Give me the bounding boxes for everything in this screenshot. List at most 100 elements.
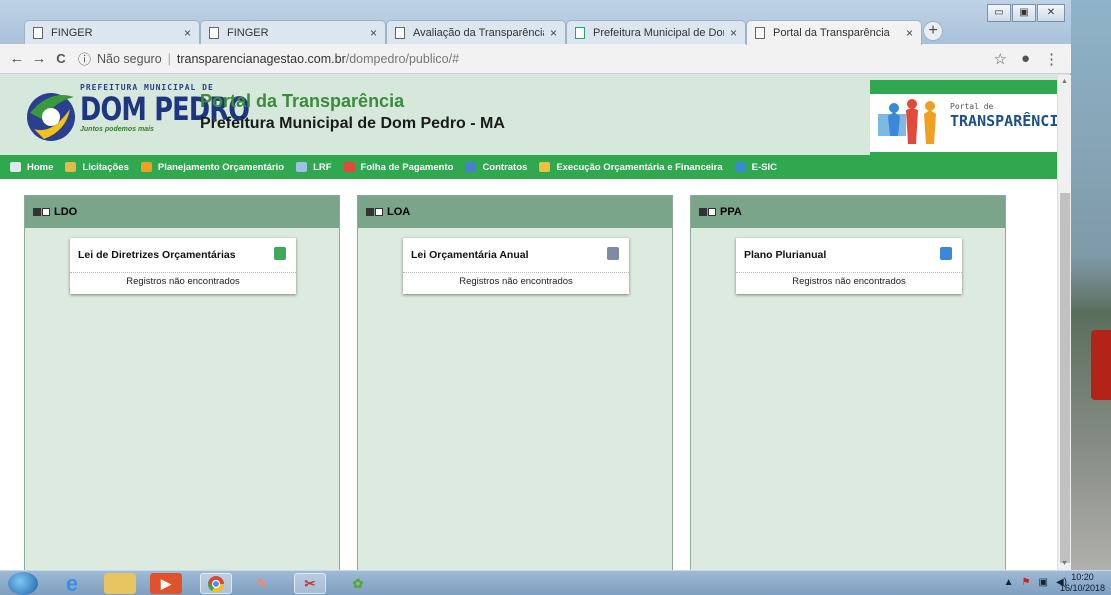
chrome-icon[interactable] — [200, 573, 232, 594]
scroll-down-icon[interactable]: ▼ — [1061, 560, 1068, 567]
panel-header: LOA — [358, 196, 672, 228]
calendar-icon — [343, 162, 355, 172]
desktop-background — [1071, 0, 1111, 570]
tray-expand-icon[interactable]: ▲ — [1004, 577, 1014, 588]
menu-item-label: LRF — [313, 161, 332, 173]
taskbar-clock[interactable]: 10:20 16/10/2018 — [1060, 572, 1105, 594]
page-icon — [33, 26, 43, 39]
action-center-icon[interactable]: ⚑ — [1022, 577, 1031, 588]
site-header: PREFEITURA MUNICIPAL DE DOM PEDRO Juntos… — [0, 75, 1071, 156]
menu-item-lrf[interactable]: LRF — [296, 161, 332, 173]
close-icon[interactable]: × — [730, 26, 737, 40]
calculator-icon[interactable] — [607, 247, 619, 260]
tab-avaliacao[interactable]: Avaliação da Transparência do × — [386, 20, 566, 44]
badge-big-text: TRANSPARÊNCIA — [950, 112, 1068, 130]
tab-prefeitura[interactable]: Prefeitura Municipal de Dom P × — [566, 20, 746, 44]
panel-header: PPA — [691, 196, 1005, 228]
address-separator: | — [167, 51, 171, 66]
menu-item-label: Folha de Pagamento — [360, 161, 454, 173]
panel-header: LDO — [25, 196, 339, 228]
panel-toggle-icon[interactable] — [699, 208, 716, 216]
menu-item-folha[interactable]: Folha de Pagamento — [343, 161, 454, 173]
badge-top-bar — [870, 80, 1067, 94]
url-domain: transparencianagestao.com.br — [176, 51, 346, 66]
bookmark-star-icon[interactable]: ☆ — [993, 50, 1006, 68]
new-tab-button[interactable]: + — [923, 21, 943, 41]
tab-title: Portal da Transparência — [773, 27, 890, 39]
page-content: LDO Lei de Diretrizes Orçamentárias Regi… — [0, 179, 1057, 570]
menu-item-execucao[interactable]: Execução Orçamentária e Financeira — [539, 161, 723, 173]
menu-item-contratos[interactable]: Contratos — [465, 162, 527, 173]
paint-icon[interactable]: ✎ — [246, 573, 278, 594]
menu-item-label: Execução Orçamentária e Financeira — [556, 161, 723, 173]
tab-title: FINGER — [227, 26, 269, 39]
prefeitura-logo-icon[interactable] — [22, 83, 80, 145]
desktop-object — [1091, 330, 1111, 400]
close-window-button[interactable]: ✕ — [1037, 4, 1065, 22]
portal-transparencia-badge[interactable]: Portal de TRANSPARÊNCIA — [870, 80, 1067, 156]
people-figures-icon — [878, 99, 936, 144]
browser-toolbar: ← → C ⓘ Não seguro | transparencianagest… — [0, 44, 1071, 74]
money-bag-icon — [140, 162, 152, 172]
scroll-up-icon[interactable]: ▲ — [1061, 78, 1068, 85]
clock-time: 10:20 — [1071, 572, 1094, 582]
close-icon[interactable]: × — [550, 26, 557, 40]
card-title: Lei Orçamentária Anual — [411, 249, 529, 261]
tab-portal-transparencia[interactable]: Portal da Transparência × — [746, 20, 922, 45]
panel-toggle-icon[interactable] — [33, 208, 50, 216]
page-viewport: PREFEITURA MUNICIPAL DE DOM PEDRO Juntos… — [0, 75, 1071, 570]
profile-icon[interactable]: ● — [1021, 50, 1030, 68]
menu-item-licitacoes[interactable]: Licitações — [65, 162, 129, 173]
start-button[interactable] — [8, 572, 38, 595]
url-path: /dompedro/publico/# — [345, 51, 460, 66]
app-icon[interactable]: ✿ — [342, 573, 374, 594]
card-message: Registros não encontrados — [126, 276, 240, 287]
page-icon — [395, 26, 405, 39]
forward-button[interactable]: → — [28, 50, 50, 67]
portal-title: Portal da Transparência — [200, 91, 405, 111]
menu-icon[interactable]: ⋮ — [1044, 50, 1059, 68]
panel-toggle-icon[interactable] — [366, 208, 383, 216]
card-ppa: Plano Plurianual Registros não encontrad… — [736, 238, 962, 294]
home-icon — [10, 162, 21, 172]
close-icon[interactable]: × — [906, 26, 913, 40]
close-icon[interactable]: × — [370, 26, 377, 40]
security-label: Não seguro — [97, 51, 162, 66]
chart-icon — [539, 162, 551, 172]
card-ldo: Lei de Diretrizes Orçamentárias Registro… — [70, 238, 296, 294]
scrollbar-thumb[interactable] — [1060, 193, 1070, 563]
internet-explorer-icon[interactable]: e — [56, 571, 88, 595]
badge-small-text: Portal de — [950, 102, 994, 111]
close-icon[interactable]: × — [184, 26, 191, 40]
flag-document-icon[interactable] — [940, 247, 952, 260]
address-bar[interactable]: ⓘ Não seguro | transparencianagestao.com… — [78, 49, 998, 68]
minimize-button[interactable]: ▭ — [987, 4, 1011, 22]
media-player-icon[interactable]: ▶ — [150, 573, 182, 594]
card-message: Registros não encontrados — [792, 276, 906, 287]
card-divider — [403, 272, 629, 273]
card-title: Plano Plurianual — [744, 249, 827, 261]
menu-item-esic[interactable]: E-SIC — [734, 162, 777, 173]
table-icon — [465, 162, 477, 172]
clock-date: 16/10/2018 — [1059, 583, 1105, 593]
back-button[interactable]: ← — [6, 50, 28, 67]
menu-item-label: Home — [27, 161, 54, 173]
tab-finger-2[interactable]: FINGER × — [200, 20, 386, 44]
menu-item-planejamento[interactable]: Planejamento Orçamentário — [140, 162, 284, 173]
maximize-button[interactable]: ▣ — [1012, 4, 1036, 22]
info-icon[interactable]: ⓘ — [78, 49, 91, 68]
network-icon[interactable]: ▣ — [1039, 577, 1048, 588]
file-explorer-icon[interactable] — [104, 573, 136, 594]
money-document-icon[interactable] — [274, 247, 286, 260]
menu-item-home[interactable]: Home — [10, 162, 53, 173]
menu-item-label: Contratos — [482, 161, 528, 173]
page-scrollbar[interactable]: ▲ ▼ — [1057, 75, 1071, 570]
tab-finger-1[interactable]: FINGER × — [24, 20, 200, 44]
reload-button[interactable]: C — [50, 51, 72, 66]
system-tray: ▲ ⚑ ▣ ◀) — [1004, 577, 1067, 588]
card-divider — [70, 272, 296, 273]
site-favicon-icon — [575, 26, 585, 39]
snipping-tool-icon[interactable]: ✂ — [294, 573, 326, 594]
windows-taskbar: e ▶ ✎ ✂ ✿ ▲ ⚑ ▣ ◀) 10:20 16/10/2018 — [0, 570, 1111, 595]
panel-title: LOA — [387, 206, 411, 218]
